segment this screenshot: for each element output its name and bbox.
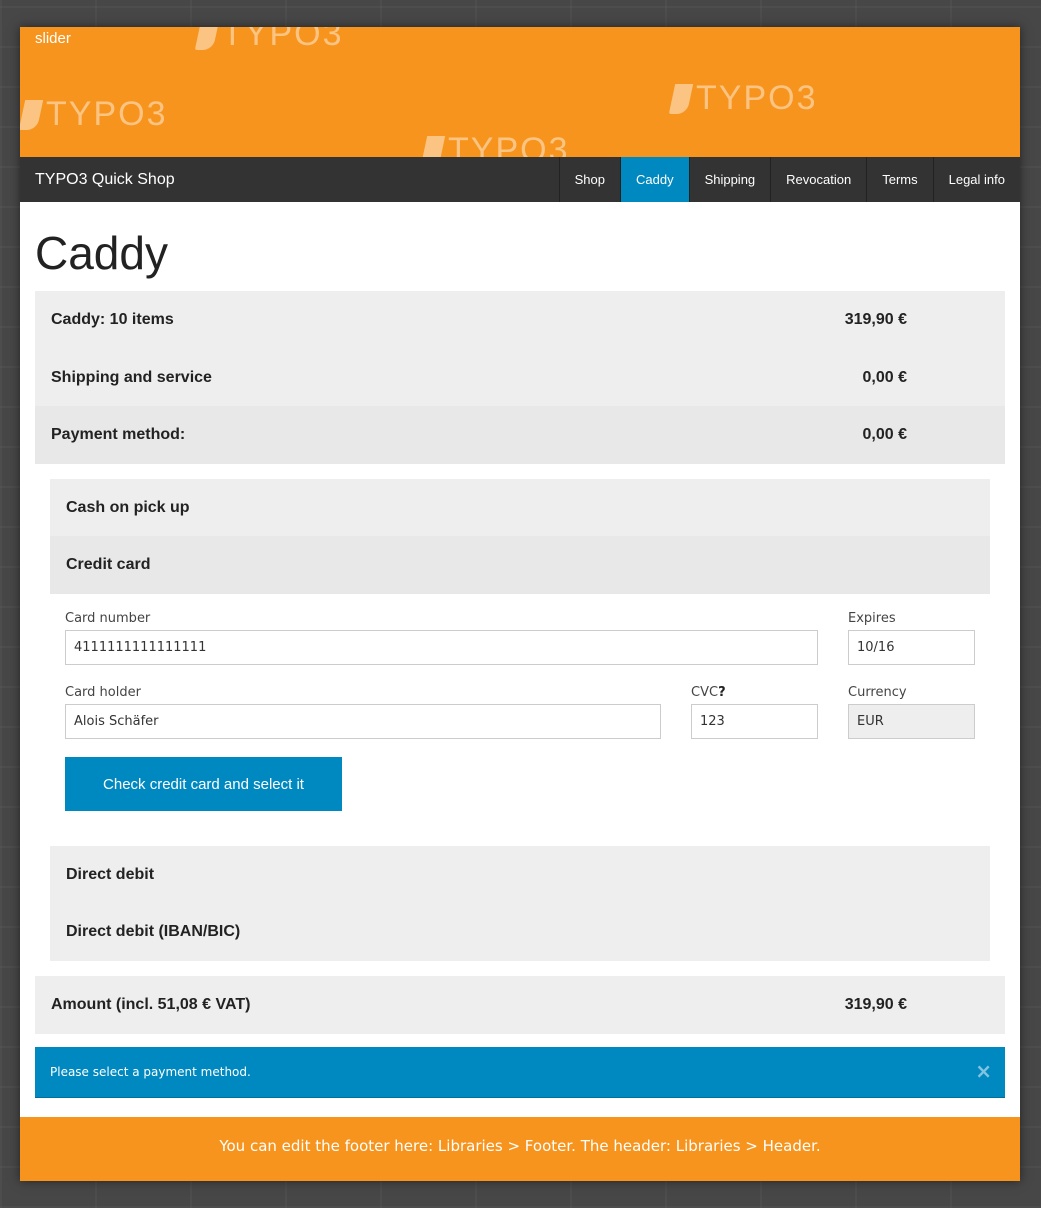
shipping-label: Shipping and service <box>51 369 212 386</box>
caddy-items-label: Caddy: 10 items <box>51 311 174 328</box>
cvc-help-icon[interactable]: ? <box>718 685 726 700</box>
payment-option-label: Direct debit <box>66 866 155 883</box>
card-holder-label: Card holder <box>65 685 141 700</box>
payment-option-direct-debit[interactable]: Direct debit <box>50 846 990 904</box>
nav-item-revocation[interactable]: Revocation <box>770 157 866 202</box>
amount-value: 319,90 € <box>844 996 907 1013</box>
caddy-summary-row: Caddy: 10 items 319,90 € <box>35 291 1005 349</box>
payment-option-label: Cash on pick up <box>66 499 190 516</box>
nav-item-caddy[interactable]: Caddy <box>619 157 689 202</box>
expires-label: Expires <box>848 611 896 626</box>
amount-row: Amount (incl. 51,08 € VAT) 319,90 € <box>35 976 1005 1034</box>
card-number-label: Card number <box>65 611 151 626</box>
typo3-logo-watermark: TYPO3 <box>194 27 343 54</box>
currency-input: EUR <box>848 704 975 739</box>
card-number-input[interactable]: 4111111111111111 <box>65 630 818 665</box>
payment-method-label: Payment method: <box>51 426 186 443</box>
page-title: Caddy <box>35 227 168 279</box>
payment-option-credit-card[interactable]: Credit card <box>50 536 990 594</box>
payment-option-label: Credit card <box>66 556 151 573</box>
slider-label: slider <box>35 30 71 47</box>
brand-link[interactable]: TYPO3 Quick Shop <box>35 157 175 202</box>
payment-option-label: Direct debit (IBAN/BIC) <box>66 923 241 940</box>
nav-item-terms[interactable]: Terms <box>866 157 932 202</box>
payment-option-direct-debit-iban[interactable]: Direct debit (IBAN/BIC) <box>50 903 990 961</box>
nav-item-legal-info[interactable]: Legal info <box>932 157 1020 202</box>
shipping-value: 0,00 € <box>862 369 907 386</box>
slider: slider TYPO3 TYPO3 TYPO3 TYPO3 <box>20 27 1020 157</box>
page-container: slider TYPO3 TYPO3 TYPO3 TYPO3 TYPO3 Qui… <box>20 27 1020 1181</box>
main-nav: Shop Caddy Shipping Revocation Terms Leg… <box>558 157 1020 202</box>
payment-option-cash[interactable]: Cash on pick up <box>50 479 990 537</box>
typo3-logo-watermark: TYPO3 <box>20 95 167 134</box>
cvc-input[interactable]: 123 <box>691 704 818 739</box>
alert-message: Please select a payment method. <box>50 1065 251 1079</box>
payment-method-row[interactable]: Payment method: 0,00 € <box>35 406 1005 464</box>
payment-method-value: 0,00 € <box>862 426 907 443</box>
amount-label: Amount (incl. 51,08 € VAT) <box>51 996 251 1013</box>
check-credit-card-button[interactable]: Check credit card and select it <box>65 757 342 811</box>
typo3-logo-watermark: TYPO3 <box>668 79 817 118</box>
currency-label: Currency <box>848 685 907 700</box>
typo3-logo-watermark: TYPO3 <box>420 131 569 157</box>
footer: You can edit the footer here: Libraries … <box>20 1117 1020 1181</box>
nav-item-shipping[interactable]: Shipping <box>688 157 771 202</box>
caddy-total-value: 319,90 € <box>844 311 907 328</box>
nav-item-shop[interactable]: Shop <box>558 157 620 202</box>
close-icon[interactable]: × <box>975 1047 992 1095</box>
footer-text: You can edit the footer here: Libraries … <box>219 1137 821 1155</box>
navbar: TYPO3 Quick Shop Shop Caddy Shipping Rev… <box>20 157 1020 202</box>
expires-input[interactable]: 10/16 <box>848 630 975 665</box>
cvc-label: CVC? <box>691 685 726 700</box>
shipping-row[interactable]: Shipping and service 0,00 € <box>35 349 1005 407</box>
payment-alert: Please select a payment method. × <box>35 1047 1005 1098</box>
card-holder-input[interactable]: Alois Schäfer <box>65 704 661 739</box>
